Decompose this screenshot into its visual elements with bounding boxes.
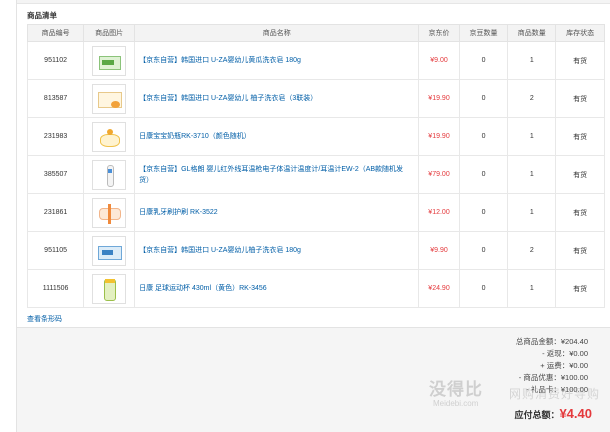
item-price: ¥9.90 xyxy=(418,231,460,270)
goods-total: 总商品金额：¥204.40 xyxy=(515,337,588,346)
rebate: - 返现：¥0.00 xyxy=(542,349,588,358)
table-header: 商品编号 商品图片 商品名称 京东价 京豆数量 商品数量 库存状态 xyxy=(26,24,605,42)
product-thumbnail[interactable] xyxy=(92,159,127,190)
item-stock: 有货 xyxy=(555,269,605,308)
item-name-link[interactable]: 【京东自营】韩国进口 U-ZA婴幼儿黄瓜洗衣皂 180g xyxy=(134,41,420,80)
column-header: 库存状态 xyxy=(555,24,605,42)
product-thumbnail[interactable] xyxy=(92,235,127,266)
watermark-en: Meidebi.com xyxy=(433,399,479,408)
item-id: 231861 xyxy=(26,193,85,232)
item-beans: 0 xyxy=(458,269,509,308)
item-price: ¥12.00 xyxy=(418,193,460,232)
column-header: 商品数量 xyxy=(507,24,557,42)
item-qty: 1 xyxy=(507,41,557,80)
item-stock: 有货 xyxy=(555,231,605,270)
item-qty: 1 xyxy=(507,269,557,308)
column-header: 京豆数量 xyxy=(458,24,509,42)
item-price: ¥9.00 xyxy=(418,41,460,80)
table-row: 231983 日康宝宝奶瓶RK-3710（颜色随机） ¥19.90 0 1 有货 xyxy=(26,117,605,156)
item-id: 951105 xyxy=(26,231,85,270)
watermark-cn: 没得比 xyxy=(429,380,483,399)
column-header: 商品编号 xyxy=(26,24,85,42)
item-beans: 0 xyxy=(458,79,509,118)
item-image-cell[interactable] xyxy=(83,117,136,156)
item-price: ¥24.90 xyxy=(418,269,460,308)
shipping-fee: + 运费：¥0.00 xyxy=(540,361,588,370)
item-id: 385507 xyxy=(26,155,85,194)
item-qty: 1 xyxy=(507,155,557,194)
item-qty: 2 xyxy=(507,79,557,118)
item-stock: 有货 xyxy=(555,79,605,118)
item-image-cell[interactable] xyxy=(83,231,136,270)
table-row: 951102 【京东自营】韩国进口 U-ZA婴幼儿黄瓜洗衣皂 180g ¥9.00 0… xyxy=(26,41,605,80)
item-price: ¥19.90 xyxy=(418,79,460,118)
item-name-link[interactable]: 日康 足球运动杯 430ml（黄色）RK-3456 xyxy=(134,269,420,308)
item-image-cell[interactable] xyxy=(83,269,136,308)
item-name-link[interactable]: 【京东自营】韩国进口 U-ZA婴幼儿 柚子洗衣皂（3联装） xyxy=(134,79,420,118)
top-divider xyxy=(17,0,610,4)
item-beans: 0 xyxy=(458,231,509,270)
item-price: ¥19.90 xyxy=(418,117,460,156)
item-image-cell[interactable] xyxy=(83,41,136,80)
item-id: 951102 xyxy=(26,41,85,80)
column-header: 商品名称 xyxy=(134,24,420,42)
product-thumbnail[interactable] xyxy=(92,45,127,76)
item-price: ¥79.00 xyxy=(418,155,460,194)
item-qty: 1 xyxy=(507,117,557,156)
item-id: 231983 xyxy=(26,117,85,156)
item-beans: 0 xyxy=(458,155,509,194)
table-row: 813587 【京东自营】韩国进口 U-ZA婴幼儿 柚子洗衣皂（3联装） ¥19.9… xyxy=(26,79,605,118)
item-beans: 0 xyxy=(458,193,509,232)
table-row: 951105 【京东自营】韩国进口 U-ZA婴幼儿柚子洗衣皂 180g ¥9.90 0… xyxy=(26,231,605,270)
item-stock: 有货 xyxy=(555,155,605,194)
watermark-sub: 网购消费好导购 xyxy=(509,387,601,401)
table-row: 385507 【京东自营】GL格朗 婴儿红外线耳温枪电子体温计温度计/耳温计EW-… xyxy=(26,155,605,194)
item-qty: 1 xyxy=(507,193,557,232)
product-thumbnail[interactable] xyxy=(92,83,127,114)
item-beans: 0 xyxy=(458,41,509,80)
watermark-logo: 没得比 Meidebi.com 网购消费好导购 xyxy=(429,375,609,415)
view-barcode-link[interactable]: 查看条形码 xyxy=(27,314,62,324)
product-thumbnail[interactable] xyxy=(92,121,127,152)
item-name-link[interactable]: 【京东自营】韩国进口 U-ZA婴幼儿柚子洗衣皂 180g xyxy=(134,231,420,270)
table-row: 1111506 日康 足球运动杯 430ml（黄色）RK-3456 ¥24.90 0 1… xyxy=(26,269,605,308)
item-stock: 有货 xyxy=(555,41,605,80)
product-thumbnail[interactable] xyxy=(92,273,127,304)
item-image-cell[interactable] xyxy=(83,155,136,194)
column-header: 京东价 xyxy=(418,24,460,42)
item-beans: 0 xyxy=(458,117,509,156)
item-name-link[interactable]: 日康乳牙刷护刷 RK-3522 xyxy=(134,193,420,232)
section-title: 商品清单 xyxy=(27,11,57,20)
item-image-cell[interactable] xyxy=(83,193,136,232)
item-id: 813587 xyxy=(26,79,85,118)
product-thumbnail[interactable] xyxy=(92,197,127,228)
item-image-cell[interactable] xyxy=(83,79,136,118)
table-row: 231861 日康乳牙刷护刷 RK-3522 ¥12.00 0 1 有货 xyxy=(26,193,605,232)
order-panel: 商品清单 商品编号 商品图片 商品名称 京东价 京豆数量 商品数量 库存状态 9… xyxy=(16,0,610,432)
item-stock: 有货 xyxy=(555,117,605,156)
item-name-link[interactable]: 【京东自营】GL格朗 婴儿红外线耳温枪电子体温计温度计/耳温计EW-2（AB款随… xyxy=(134,155,420,194)
item-id: 1111506 xyxy=(26,269,85,308)
item-name-link[interactable]: 日康宝宝奶瓶RK-3710（颜色随机） xyxy=(134,117,420,156)
column-header: 商品图片 xyxy=(83,24,136,42)
goods-table: 商品编号 商品图片 商品名称 京东价 京豆数量 商品数量 库存状态 951102… xyxy=(26,24,605,308)
item-qty: 2 xyxy=(507,231,557,270)
item-stock: 有货 xyxy=(555,193,605,232)
